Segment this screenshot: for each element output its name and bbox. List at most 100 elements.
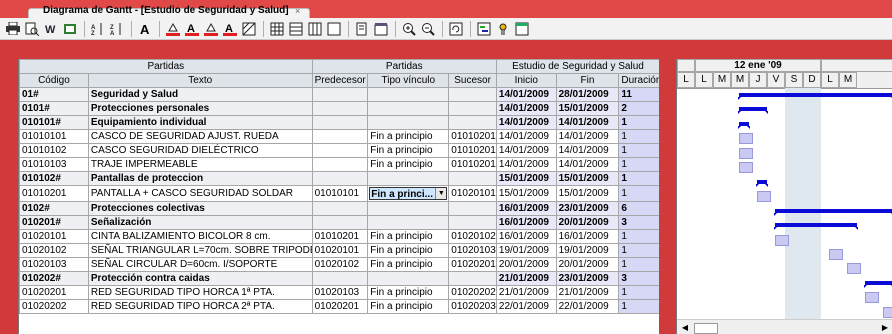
cell-codigo[interactable]: 0101#: [19, 101, 89, 116]
cell-dur[interactable]: 1: [618, 229, 659, 244]
zoom-in-icon[interactable]: [400, 20, 418, 38]
cell-suc[interactable]: 01020201: [448, 257, 497, 272]
summary-row[interactable]: 010101# Equipamiento individual 14/01/2009…: [19, 115, 659, 130]
cell-tipo[interactable]: [367, 87, 450, 102]
cell-texto[interactable]: SEÑAL TRIANGULAR L=70cm. SOBRE TRIPODE: [87, 243, 313, 258]
cell-tipo[interactable]: [367, 101, 450, 116]
cell-inicio[interactable]: 21/01/2009: [495, 285, 557, 300]
cell-pred[interactable]: [311, 271, 369, 286]
cell-pred[interactable]: [311, 171, 369, 186]
cell-codigo[interactable]: 01#: [19, 87, 89, 102]
cell-tipo[interactable]: [367, 115, 450, 130]
summary-row[interactable]: 0102# Protecciones colectivas 16/01/2009 23…: [19, 201, 659, 216]
cell-inicio[interactable]: 14/01/2009: [495, 157, 557, 172]
rows-icon[interactable]: [306, 20, 324, 38]
cell-suc[interactable]: [448, 115, 497, 130]
gantt-summary-bar[interactable]: [738, 107, 768, 115]
gantt-task-bar[interactable]: [883, 306, 892, 318]
cell-suc[interactable]: 01010201: [448, 143, 497, 158]
cell-codigo[interactable]: 01010201: [19, 185, 89, 202]
gantt-summary-bar[interactable]: [738, 93, 892, 100]
task-row[interactable]: 01020202 RED SEGURIDAD TIPO HORCA 2ª PTA.…: [19, 299, 659, 314]
highlight-icon[interactable]: [202, 20, 220, 38]
cell-suc[interactable]: 01020103: [448, 243, 497, 258]
cell-tipo[interactable]: Fin a principio: [367, 243, 450, 258]
cell-dur[interactable]: 1: [618, 143, 659, 158]
cell-codigo[interactable]: 010202#: [19, 271, 89, 286]
properties-icon[interactable]: [372, 20, 390, 38]
task-row[interactable]: 01020201 RED SEGURIDAD TIPO HORCA 1ª PTA.…: [19, 285, 659, 300]
cell-inicio[interactable]: 14/01/2009: [495, 129, 557, 144]
cell-tipo[interactable]: Fin a princi... ▼: [367, 185, 450, 202]
gantt-task-bar[interactable]: [739, 133, 753, 145]
cell-inicio[interactable]: 15/01/2009: [495, 171, 557, 186]
columns-icon[interactable]: [287, 20, 305, 38]
cell-pred[interactable]: 01020102: [311, 257, 369, 272]
cell-suc[interactable]: 01020101: [448, 185, 497, 202]
column-header-fin[interactable]: Fin: [555, 73, 620, 88]
cell-pred[interactable]: 01010101: [311, 185, 369, 202]
scroll-right-icon[interactable]: ▶: [879, 322, 891, 333]
export-icon[interactable]: W: [42, 20, 60, 38]
gantt-task-bar[interactable]: [757, 191, 771, 203]
summary-row[interactable]: 010202# Protección contra caidas 21/01/200…: [19, 271, 659, 286]
import-icon[interactable]: [61, 20, 79, 38]
cell-dur[interactable]: 1: [618, 285, 659, 300]
cell-pred[interactable]: [311, 143, 369, 158]
cell-inicio[interactable]: 21/01/2009: [495, 271, 557, 286]
cell-tipo[interactable]: Fin a principio: [367, 129, 450, 144]
cell-pred[interactable]: [311, 201, 369, 216]
cell-suc[interactable]: [448, 201, 497, 216]
cell-pred[interactable]: [311, 157, 369, 172]
cell-codigo[interactable]: 01010102: [19, 143, 89, 158]
cell-pred[interactable]: 01020103: [311, 285, 369, 300]
cell-tipo[interactable]: [367, 215, 450, 230]
text-color-icon[interactable]: A: [221, 20, 239, 38]
printer-icon[interactable]: [4, 20, 22, 38]
calendar-icon[interactable]: [513, 20, 531, 38]
cell-pred[interactable]: [311, 101, 369, 116]
cell-tipo[interactable]: Fin a principio: [367, 285, 450, 300]
zoom-out-icon[interactable]: [419, 20, 437, 38]
cell-codigo[interactable]: 01010101: [19, 129, 89, 144]
summary-row[interactable]: 01# Seguridad y Salud 14/01/2009 28/01/2009…: [19, 87, 659, 102]
cell-dur[interactable]: 1: [618, 185, 659, 202]
cell-fin[interactable]: 15/01/2009: [555, 185, 620, 202]
cell-dur[interactable]: 3: [618, 215, 659, 230]
cell-dur[interactable]: 1: [618, 115, 659, 130]
column-header-inicio[interactable]: Inicio: [495, 73, 557, 88]
column-header-tipo-vinculo[interactable]: Tipo vínculo: [367, 73, 450, 88]
cell-codigo[interactable]: 01020101: [19, 229, 89, 244]
gantt-task-bar[interactable]: [775, 234, 789, 246]
scroll-left-icon[interactable]: ◀: [679, 322, 691, 333]
gantt-bars-area[interactable]: [677, 88, 892, 319]
cell-texto[interactable]: Seguridad y Salud: [87, 87, 313, 102]
gantt-task-bar[interactable]: [829, 248, 843, 260]
cell-suc[interactable]: [448, 101, 497, 116]
cell-fin[interactable]: 28/01/2009: [555, 87, 620, 102]
task-row[interactable]: 01010102 CASCO SEGURIDAD DIELÉCTRICO Fin a…: [19, 143, 659, 158]
cell-dur[interactable]: 3: [618, 271, 659, 286]
task-row[interactable]: 01010201 PANTALLA + CASCO SEGURIDAD SOLDA…: [19, 185, 659, 202]
gantt-task-bar[interactable]: [847, 263, 861, 275]
cell-fin[interactable]: 15/01/2009: [555, 171, 620, 186]
chevron-down-icon[interactable]: ▼: [435, 188, 447, 199]
cell-texto[interactable]: CINTA BALIZAMIENTO BICOLOR 8 cm.: [87, 229, 313, 244]
cell-inicio[interactable]: 16/01/2009: [495, 229, 557, 244]
gantt-summary-bar[interactable]: [738, 121, 750, 129]
border-icon[interactable]: [325, 20, 343, 38]
cell-pred[interactable]: 01010201: [311, 229, 369, 244]
gantt-task-bar[interactable]: [865, 292, 879, 304]
cell-inicio[interactable]: 14/01/2009: [495, 101, 557, 116]
summary-row[interactable]: 0101# Protecciones personales 14/01/2009 15…: [19, 101, 659, 116]
font-icon[interactable]: A: [136, 20, 154, 38]
cell-texto[interactable]: Protección contra caidas: [87, 271, 313, 286]
tipo-vinculo-dropdown[interactable]: Fin a princi... ▼: [369, 187, 448, 200]
cell-texto[interactable]: CASCO DE SEGURIDAD AJUST. RUEDA: [87, 129, 313, 144]
cell-codigo[interactable]: 01020201: [19, 285, 89, 300]
cell-fin[interactable]: 20/01/2009: [555, 215, 620, 230]
cell-texto[interactable]: Equipamiento individual: [87, 115, 313, 130]
cell-fin[interactable]: 20/01/2009: [555, 257, 620, 272]
cell-tipo[interactable]: [367, 201, 450, 216]
cell-tipo[interactable]: Fin a principio: [367, 157, 450, 172]
